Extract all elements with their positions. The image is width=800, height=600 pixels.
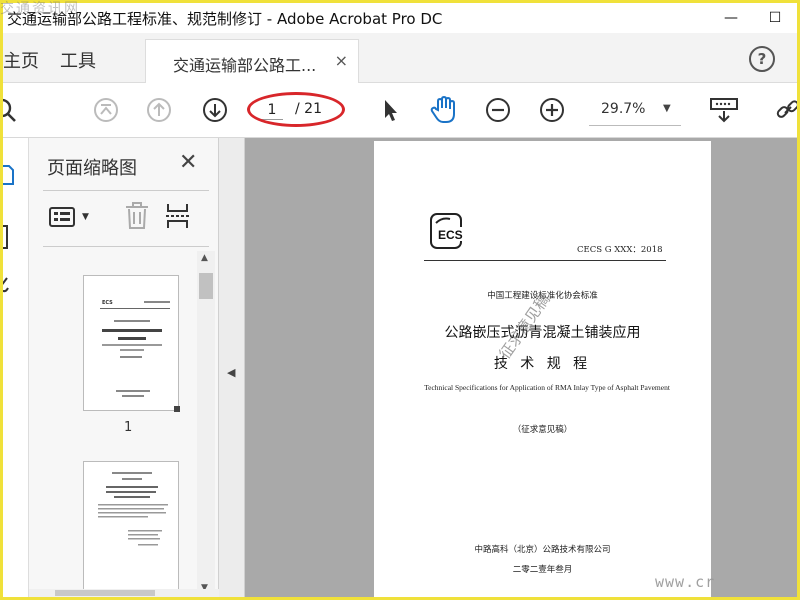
title-bar: 交通运输部公路工程标准、规范制修订 - Adobe Acrobat Pro DC… (3, 3, 797, 33)
delete-icon[interactable] (124, 202, 150, 230)
zoom-in-icon[interactable] (539, 97, 565, 123)
watermark-top: 交通资讯网 (0, 1, 80, 17)
pdf-page: ECS CECS G XXX：2018 中国工程建设标准化协会标准 公路嵌压式沥… (374, 141, 711, 597)
document-view[interactable]: ECS CECS G XXX：2018 中国工程建设标准化协会标准 公路嵌压式沥… (245, 138, 797, 597)
horizontal-scrollbar[interactable] (29, 589, 219, 597)
thumbnail-panel-title: 页面缩略图 (47, 158, 137, 179)
options-menu-icon[interactable] (49, 206, 79, 228)
first-page-icon[interactable] (93, 97, 119, 123)
document-tab[interactable]: 交通运输部公路工... × (145, 39, 359, 83)
organization-name: 中路高科（北京）公路技术有限公司 (474, 545, 611, 555)
highlight-ellipse (247, 92, 345, 127)
standard-code: CECS G XXX：2018 (577, 245, 663, 255)
page-thumbnails-icon[interactable] (3, 164, 15, 186)
thumbnail-page-2-preview (98, 472, 168, 546)
scroll-up-icon[interactable]: ▲ (201, 253, 208, 263)
tab-home[interactable]: 主页 (3, 47, 39, 73)
left-nav-strip (3, 138, 29, 597)
close-panel-icon[interactable]: ✕ (179, 150, 197, 175)
attachments-icon[interactable] (3, 274, 11, 294)
select-arrow-icon[interactable] (377, 97, 403, 123)
next-page-icon[interactable] (202, 97, 228, 123)
help-icon[interactable]: ? (749, 46, 775, 72)
maximize-button[interactable]: ☐ (753, 3, 797, 33)
thumbnail-page-number: 1 (124, 420, 133, 435)
extract-pages-icon[interactable] (165, 202, 191, 230)
svg-text:ECS: ECS (102, 300, 113, 306)
horizontal-scrollbar-thumb[interactable] (55, 590, 155, 596)
thumbnail-scrollbar[interactable]: ▲ ▼ (197, 251, 215, 597)
toolbar: / 21 29.7% ▼ (3, 83, 797, 138)
window-controls: — ☐ (709, 3, 797, 33)
document-title: 公路嵌压式沥青混凝土铺装应用 (444, 325, 641, 341)
panel-splitter[interactable]: ◀ (219, 138, 245, 597)
hand-tool-icon[interactable] (429, 95, 459, 125)
collapse-panel-icon[interactable]: ◀ (227, 366, 235, 379)
thumbnail-page-2[interactable] (83, 461, 179, 597)
page-display-icon[interactable] (709, 97, 739, 123)
thumbnail-page-1-preview: ECS (100, 300, 180, 412)
zoom-underline (589, 125, 681, 126)
zoom-dropdown-icon[interactable]: ▼ (663, 103, 671, 114)
draft-label: （征求意见稿） (512, 425, 573, 435)
options-dropdown-icon[interactable]: ▼ (82, 212, 89, 222)
panel-divider (43, 246, 209, 247)
link-icon[interactable] (775, 97, 797, 123)
document-subtitle: 技 术 规 程 (493, 356, 592, 372)
search-icon[interactable] (3, 97, 17, 123)
document-tab-label: 交通运输部公路工... (173, 56, 317, 75)
previous-page-icon[interactable] (146, 97, 172, 123)
thumbnail-panel: 页面缩略图 ✕ ▼ ECS 1 ▲ ▼ (29, 138, 219, 597)
minimize-button[interactable]: — (709, 3, 753, 33)
acrobat-window: 交通运输部公路工程标准、规范制修订 - Adobe Acrobat Pro DC… (3, 3, 797, 597)
tab-tools[interactable]: 工具 (60, 47, 96, 73)
ecs-logo-text: ECS (438, 228, 463, 242)
close-tab-icon[interactable]: × (335, 51, 348, 70)
panel-divider (43, 190, 209, 191)
bookmarks-icon[interactable] (3, 224, 11, 250)
header-rule (424, 260, 666, 261)
watermark-bottom: www.cr (655, 573, 716, 591)
scrollbar-thumb[interactable] (199, 273, 213, 299)
zoom-out-icon[interactable] (485, 97, 511, 123)
zoom-level[interactable]: 29.7% (601, 101, 645, 117)
tab-bar: 主页 工具 交通运输部公路工... × ? (3, 33, 797, 83)
english-title: Technical Specifications for Application… (424, 383, 670, 392)
thumbnail-page-1[interactable]: ECS (83, 275, 180, 412)
ecs-logo: ECS (430, 213, 480, 249)
